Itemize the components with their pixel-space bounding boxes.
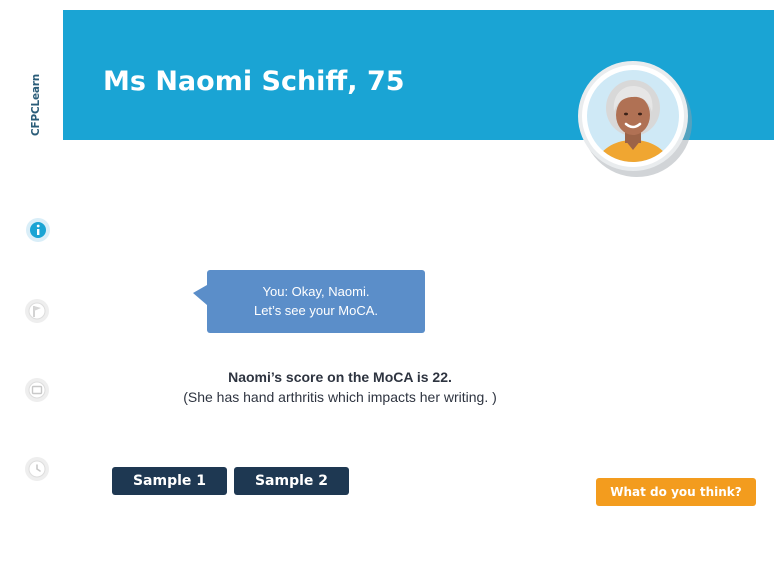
what-do-you-think-button[interactable]: What do you think? (596, 478, 756, 506)
patient-avatar-image (578, 61, 692, 177)
brand-logo: CFPCLearn (26, 56, 46, 154)
sample-1-button[interactable]: Sample 1 (112, 467, 227, 495)
dialogue-line-1: You: Okay, Naomi. (262, 284, 370, 299)
brand-logo-text: CFPCLearn (30, 73, 42, 137)
dialogue-bubble: You: Okay, Naomi. Let’s see your MoCA. (193, 270, 425, 333)
info-icon[interactable] (25, 217, 51, 243)
arthritis-note-text: (She has hand arthritis which impacts he… (183, 389, 497, 405)
sample-2-button[interactable]: Sample 2 (234, 467, 349, 495)
patient-avatar (578, 60, 696, 178)
page-title: Ms Naomi Schiff, 75 (103, 66, 405, 97)
flag-icon[interactable] (24, 298, 50, 324)
moca-score-text: Naomi’s score on the MoCA is 22. (228, 369, 452, 385)
dialogue-line-2: Let’s see your MoCA. (253, 303, 379, 318)
note-icon[interactable] (24, 377, 50, 403)
dialogue-bubble-tail (193, 285, 207, 305)
clock-icon[interactable] (24, 456, 50, 482)
